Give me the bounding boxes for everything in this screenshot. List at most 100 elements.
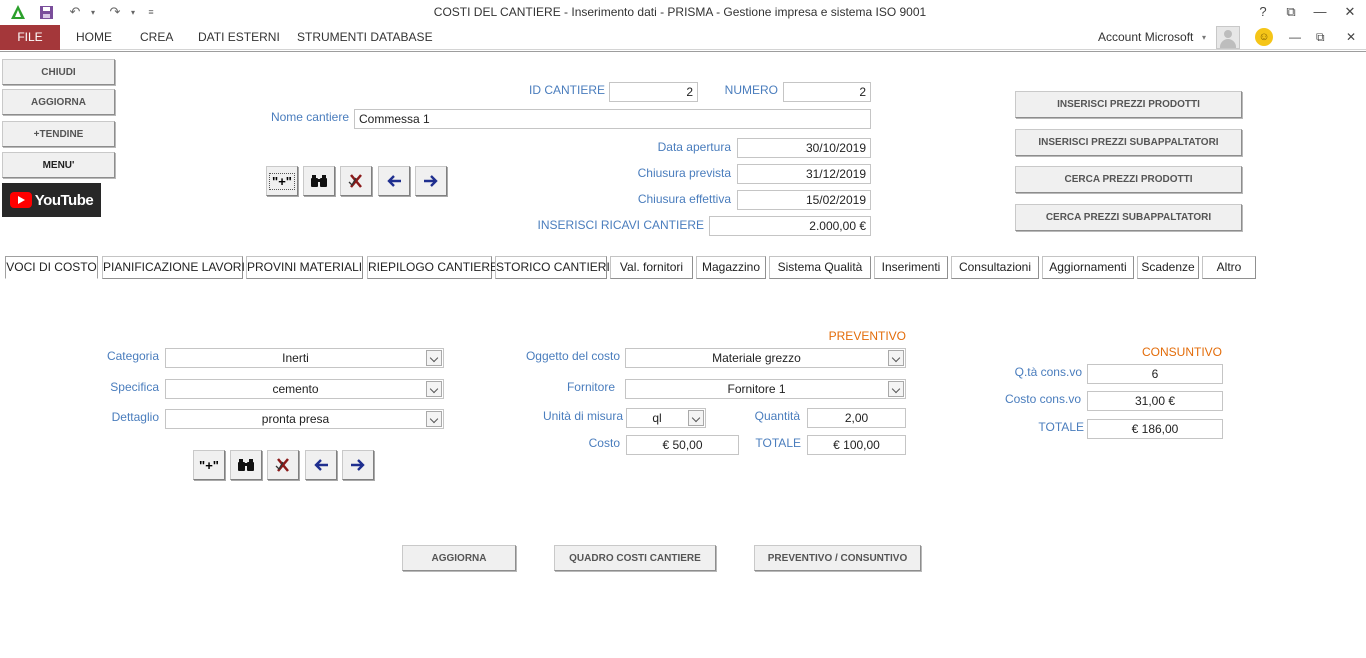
chevron-down-icon[interactable]	[426, 381, 442, 397]
new-record-button[interactable]: "+"	[266, 166, 298, 196]
menu-button[interactable]: MENU'	[2, 152, 115, 178]
totale-consuntivo-field[interactable]: € 186,00	[1087, 419, 1223, 439]
delete-record-icon[interactable]	[340, 166, 372, 196]
undo-icon[interactable]: ↶	[66, 3, 84, 21]
costo-consuntivo-label: Costo cons.vo	[1004, 392, 1081, 406]
data-apertura-label: Data apertura	[657, 140, 731, 154]
quadro-costi-button[interactable]: QUADRO COSTI CANTIERE	[554, 545, 716, 571]
ricavi-cantiere-field[interactable]: 2.000,00 €	[709, 216, 871, 236]
ribbon-display-options-icon[interactable]: ⧉	[1276, 2, 1306, 22]
tab-sistema-qualita[interactable]: Sistema Qualità	[769, 256, 871, 279]
chiusura-effettiva-label: Chiusura effettiva	[637, 192, 731, 206]
save-icon[interactable]	[37, 3, 55, 21]
preventivo-consuntivo-button[interactable]: PREVENTIVO / CONSUNTIVO	[754, 545, 921, 571]
account-menu[interactable]: Account Microsoft	[1098, 25, 1193, 50]
tab-voci-di-costo[interactable]: VOCI DI COSTO	[5, 256, 98, 279]
fornitore-select[interactable]: Fornitore 1	[625, 379, 906, 399]
youtube-play-icon	[9, 192, 32, 208]
id-cantiere-field[interactable]: 2	[609, 82, 698, 102]
previous-cost-item-icon[interactable]	[305, 450, 337, 480]
oggetto-costo-select[interactable]: Materiale grezzo	[625, 348, 906, 368]
previous-record-icon[interactable]	[378, 166, 410, 196]
categoria-label: Categoria	[106, 349, 159, 363]
redo-dropdown-icon[interactable]: ▾	[124, 3, 142, 21]
specifica-select[interactable]: cemento	[165, 379, 444, 399]
preventivo-heading: PREVENTIVO	[828, 329, 906, 343]
tab-strumenti-database[interactable]: STRUMENTI DATABASE	[297, 25, 433, 50]
access-window: ↶ ▾ ↷ ▾ ≡ COSTI DEL CANTIERE - Inserimen…	[0, 0, 1366, 658]
costo-consuntivo-field[interactable]: 31,00 €	[1087, 391, 1223, 411]
refresh-button[interactable]: AGGIORNA	[2, 89, 115, 115]
window-title: COSTI DEL CANTIERE - Inserimento dati - …	[433, 5, 927, 19]
next-cost-item-icon[interactable]	[342, 450, 374, 480]
undo-dropdown-icon[interactable]: ▾	[84, 3, 102, 21]
chevron-down-icon[interactable]	[888, 350, 904, 366]
tab-storico-cantieri[interactable]: STORICO CANTIERI	[495, 256, 610, 279]
unita-misura-select[interactable]: ql	[626, 408, 706, 428]
new-cost-item-button[interactable]: "+"	[193, 450, 225, 480]
specifica-label: Specifica	[110, 380, 159, 394]
search-subcontractor-prices-button[interactable]: CERCA PREZZI SUBAPPALTATORI	[1015, 204, 1242, 231]
tab-val-fornitori[interactable]: Val. fornitori	[610, 256, 693, 279]
help-button[interactable]: ?	[1248, 2, 1278, 22]
totale-consuntivo-label: TOTALE	[1038, 420, 1084, 434]
tab-dati-esterni[interactable]: DATI ESTERNI	[198, 25, 280, 50]
tab-home[interactable]: HOME	[76, 25, 112, 50]
chevron-down-icon[interactable]	[426, 411, 442, 427]
tab-inserimenti[interactable]: Inserimenti	[874, 256, 948, 279]
account-dropdown-icon[interactable]: ▾	[1202, 25, 1206, 50]
chiusura-prevista-label: Chiusura prevista	[637, 166, 731, 180]
tab-scadenze[interactable]: Scadenze	[1137, 256, 1199, 279]
search-binoculars-icon[interactable]	[303, 166, 335, 196]
costi-cantiere-form: CHIUDI AGGIORNA +TENDINE MENU' YouTube I…	[0, 51, 1366, 658]
nome-cantiere-field[interactable]: Commessa 1	[354, 109, 871, 129]
close-window-icon[interactable]: ✕	[1335, 2, 1365, 22]
form-minimize-icon[interactable]: —	[1289, 25, 1301, 50]
data-apertura-field[interactable]: 30/10/2019	[737, 138, 871, 158]
fornitore-label: Fornitore	[566, 380, 615, 394]
tab-altro[interactable]: Altro	[1202, 256, 1256, 279]
avatar[interactable]	[1216, 26, 1240, 49]
tendine-button[interactable]: +TENDINE	[2, 121, 115, 147]
form-restore-icon[interactable]: ⧉	[1316, 25, 1325, 50]
insert-subcontractor-prices-button[interactable]: INSERISCI PREZZI SUBAPPALTATORI	[1015, 129, 1242, 156]
tab-magazzino[interactable]: Magazzino	[696, 256, 766, 279]
youtube-button[interactable]: YouTube	[2, 183, 101, 217]
tab-aggiornamenti[interactable]: Aggiornamenti	[1042, 256, 1134, 279]
chiusura-prevista-field[interactable]: 31/12/2019	[737, 164, 871, 184]
next-record-icon[interactable]	[415, 166, 447, 196]
tab-provini-materiali[interactable]: PROVINI MATERIALI	[246, 256, 363, 279]
smiley-feedback-icon[interactable]: ☺	[1255, 28, 1273, 46]
numero-field[interactable]: 2	[783, 82, 871, 102]
chiusura-effettiva-field[interactable]: 15/02/2019	[737, 190, 871, 210]
chevron-down-icon[interactable]	[426, 350, 442, 366]
tab-consultazioni[interactable]: Consultazioni	[951, 256, 1039, 279]
tab-pianificazione-lavori[interactable]: PIANIFICAZIONE LAVORI	[102, 256, 245, 279]
tab-file[interactable]: FILE	[0, 25, 60, 50]
specifica-value: cemento	[272, 382, 319, 396]
quantita-field[interactable]: 2,00	[807, 408, 906, 428]
search-cost-binoculars-icon[interactable]	[230, 450, 262, 480]
aggiorna-button[interactable]: AGGIORNA	[402, 545, 516, 571]
id-cantiere-label: ID CANTIERE	[528, 83, 605, 97]
form-close-icon[interactable]: ✕	[1346, 25, 1356, 50]
redo-icon[interactable]: ↷	[106, 3, 124, 21]
chevron-down-icon[interactable]	[688, 410, 704, 426]
customize-toolbar-icon[interactable]: ≡	[142, 3, 160, 21]
qta-consuntivo-field[interactable]: 6	[1087, 364, 1223, 384]
close-button[interactable]: CHIUDI	[2, 59, 115, 85]
totale-label: TOTALE	[755, 436, 801, 450]
insert-product-prices-button[interactable]: INSERISCI PREZZI PRODOTTI	[1015, 91, 1242, 118]
nome-cantiere-label: Nome cantiere	[270, 110, 349, 124]
minimize-icon[interactable]: —	[1305, 2, 1335, 22]
tab-crea[interactable]: CREA	[140, 25, 173, 50]
ribbon-tabs: FILE HOME CREA DATI ESTERNI STRUMENTI DA…	[0, 25, 1366, 50]
access-logo-icon	[9, 3, 27, 21]
delete-cost-item-icon[interactable]	[267, 450, 299, 480]
tab-riepilogo-cantiere[interactable]: RIEPILOGO CANTIERE	[367, 256, 498, 279]
dettaglio-select[interactable]: pronta presa	[165, 409, 444, 429]
chevron-down-icon[interactable]	[888, 381, 904, 397]
totale-field[interactable]: € 100,00	[807, 435, 906, 455]
search-product-prices-button[interactable]: CERCA PREZZI PRODOTTI	[1015, 166, 1242, 193]
categoria-select[interactable]: Inerti	[165, 348, 444, 368]
